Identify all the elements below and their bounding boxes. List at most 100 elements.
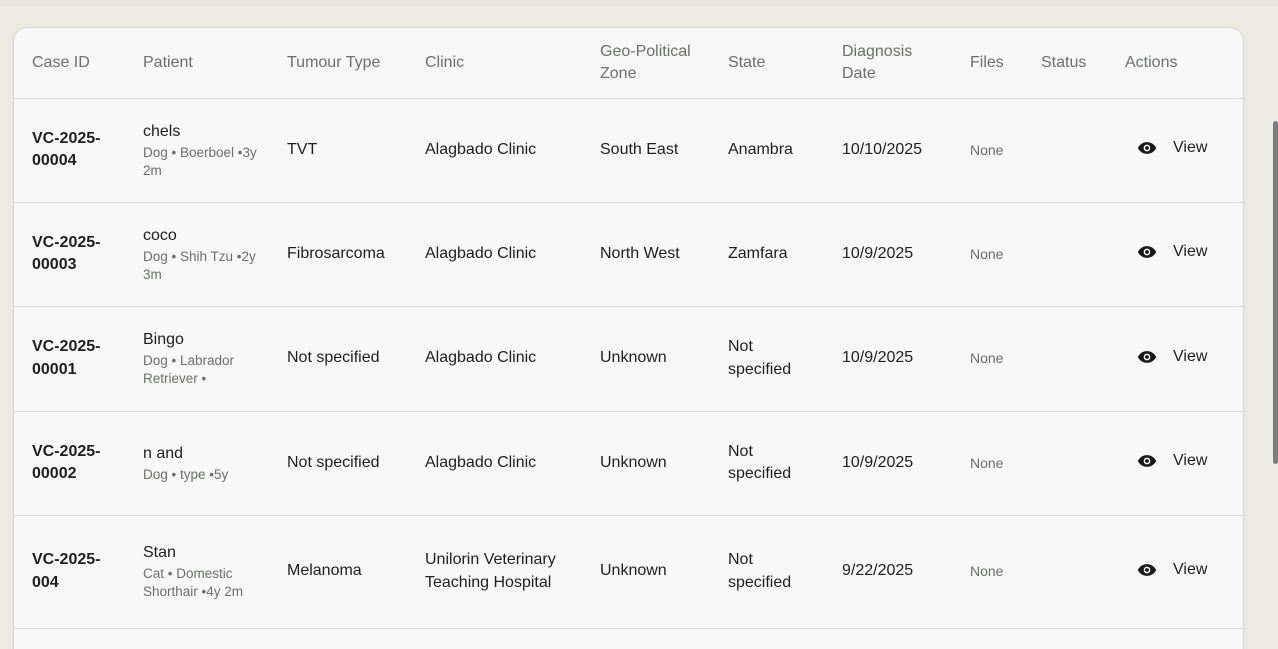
patient-meta: Cat • Domestic Shorthair •4y 2m xyxy=(143,566,244,599)
header-status[interactable]: Status xyxy=(1041,28,1125,99)
patient-meta: Dog • Shih Tzu •2y 3m xyxy=(143,248,256,282)
clinic-cell: Alagbado Clinic xyxy=(425,140,537,158)
actions-cell: View xyxy=(1125,411,1243,515)
clinic-cell: Alagbado Clinic xyxy=(425,244,537,262)
actions-cell: View xyxy=(1125,515,1243,628)
files-cell: None xyxy=(970,563,1004,580)
view-label: View xyxy=(1173,139,1208,157)
patient-meta: Dog • Labrador Retriever • xyxy=(143,353,235,386)
tumour-type-cell: Melanoma xyxy=(287,562,362,580)
state-cell: Not specified xyxy=(728,442,792,483)
table-row[interactable]: VC-2025-00004 chels Dog • Boerboel •3y 2… xyxy=(14,98,1243,202)
tumour-type-cell: Not specified xyxy=(287,453,380,471)
case-id: VC-2025-00002 xyxy=(32,442,101,483)
case-id: VC-2025-00001 xyxy=(32,338,101,378)
eye-icon xyxy=(1137,351,1157,363)
zone-cell: South East xyxy=(600,140,679,158)
header-diagnosis-date[interactable]: Diagnosis Date xyxy=(842,28,970,99)
tumour-type-cell: Fibrosarcoma xyxy=(287,244,385,262)
patient-meta: Dog • type •5y xyxy=(143,466,229,482)
state-cell: Anambra xyxy=(728,140,793,158)
actions-cell: View xyxy=(1125,306,1243,411)
top-border xyxy=(0,0,1278,6)
cases-table-card: Case ID Patient Tumour Type Clinic Geo-P… xyxy=(13,27,1244,649)
header-patient[interactable]: Patient xyxy=(143,28,287,99)
view-label: View xyxy=(1173,347,1208,365)
header-geo-political-zone[interactable]: Geo-Political Zone xyxy=(600,28,728,99)
status-cell xyxy=(1041,411,1125,515)
status-cell xyxy=(1041,98,1125,202)
clinic-cell: Unilorin Veterinary Teaching Hospital xyxy=(425,551,556,591)
diagnosis-date-cell: 10/9/2025 xyxy=(842,349,914,367)
patient-cell: coco Dog • Shih Tzu •2y 3m xyxy=(143,202,287,306)
actions-cell: View xyxy=(1125,202,1243,306)
zone-cell: Unknown xyxy=(600,562,667,580)
status-cell xyxy=(1041,306,1125,411)
state-cell: Not specified xyxy=(728,338,792,378)
zone-cell: Unknown xyxy=(600,349,667,367)
table-row[interactable]: VC-2025-00002 n and Dog • type •5y Not s… xyxy=(14,411,1243,515)
clinic-cell: Alagbado Clinic xyxy=(425,453,537,471)
case-id-cell: VC-2025-00001 xyxy=(14,306,143,411)
view-label: View xyxy=(1173,452,1208,470)
zone-cell: North West xyxy=(600,244,680,262)
patient-meta: Dog • Boerboel •3y 2m xyxy=(143,144,257,178)
table-row[interactable]: VC-2025-004 Stan Cat • Domestic Shorthai… xyxy=(14,515,1243,628)
view-label: View xyxy=(1173,560,1208,578)
patient-name: Stan xyxy=(143,544,176,561)
files-cell: None xyxy=(970,454,1004,471)
view-button[interactable]: View xyxy=(1137,450,1207,473)
table-row[interactable]: VC-2025-00003 coco Dog • Shih Tzu •2y 3m… xyxy=(14,202,1243,306)
actions-cell: View xyxy=(1125,98,1243,202)
clinic-cell: Alagbado Clinic xyxy=(425,349,537,367)
eye-icon xyxy=(1137,564,1157,576)
tumour-type-cell: Not specified xyxy=(287,349,380,367)
status-cell xyxy=(1041,202,1125,306)
case-id: VC-2025-004 xyxy=(32,551,101,591)
diagnosis-date-cell: 9/22/2025 xyxy=(842,562,914,580)
zone-cell: Unknown xyxy=(600,453,667,471)
header-case-id[interactable]: Case ID xyxy=(14,28,143,99)
patient-cell: Stan Cat • Domestic Shorthair •4y 2m xyxy=(143,515,287,628)
files-cell: None xyxy=(970,141,1004,158)
status-cell xyxy=(1041,515,1125,628)
table-header-row: Case ID Patient Tumour Type Clinic Geo-P… xyxy=(14,28,1243,99)
case-id-cell: VC-2025-00002 xyxy=(14,411,143,515)
eye-icon xyxy=(1137,142,1157,155)
eye-icon xyxy=(1137,246,1157,259)
header-clinic[interactable]: Clinic xyxy=(425,28,600,99)
view-button[interactable]: View xyxy=(1137,346,1207,369)
files-cell: None xyxy=(970,245,1004,262)
table-row[interactable]: VC-2025-00001 Bingo Dog • Labrador Retri… xyxy=(14,306,1243,411)
patient-name: coco xyxy=(143,226,177,244)
scrollbar-thumb[interactable] xyxy=(1273,121,1278,464)
patient-name: chels xyxy=(143,122,181,140)
state-cell: Zamfara xyxy=(728,244,788,262)
header-actions: Actions xyxy=(1125,28,1243,99)
header-state[interactable]: State xyxy=(728,28,842,99)
view-button[interactable]: View xyxy=(1137,241,1207,264)
view-button[interactable]: View xyxy=(1137,137,1207,160)
patient-name: n and xyxy=(143,444,184,462)
view-button[interactable]: View xyxy=(1137,559,1207,582)
state-cell: Not specified xyxy=(728,551,792,591)
diagnosis-date-cell: 10/10/2025 xyxy=(842,140,923,158)
header-files: Files xyxy=(970,28,1041,99)
files-cell: None xyxy=(970,350,1004,367)
patient-name: Bingo xyxy=(143,331,184,348)
eye-icon xyxy=(1137,455,1157,468)
view-label: View xyxy=(1173,243,1208,261)
tumour-type-cell: TVT xyxy=(287,140,318,158)
case-id-cell: VC-2025-00003 xyxy=(14,202,143,306)
page: Case ID Patient Tumour Type Clinic Geo-P… xyxy=(0,0,1278,649)
patient-cell: n and Dog • type •5y xyxy=(143,411,287,515)
diagnosis-date-cell: 10/9/2025 xyxy=(842,453,914,471)
patient-cell: Bingo Dog • Labrador Retriever • xyxy=(143,306,287,411)
case-id: VC-2025-00003 xyxy=(32,233,101,274)
cases-table: Case ID Patient Tumour Type Clinic Geo-P… xyxy=(14,28,1243,629)
case-id: VC-2025-00004 xyxy=(32,129,101,170)
diagnosis-date-cell: 10/9/2025 xyxy=(842,244,914,262)
header-tumour-type[interactable]: Tumour Type xyxy=(287,28,425,99)
patient-cell: chels Dog • Boerboel •3y 2m xyxy=(143,98,287,202)
case-id-cell: VC-2025-004 xyxy=(14,515,143,628)
